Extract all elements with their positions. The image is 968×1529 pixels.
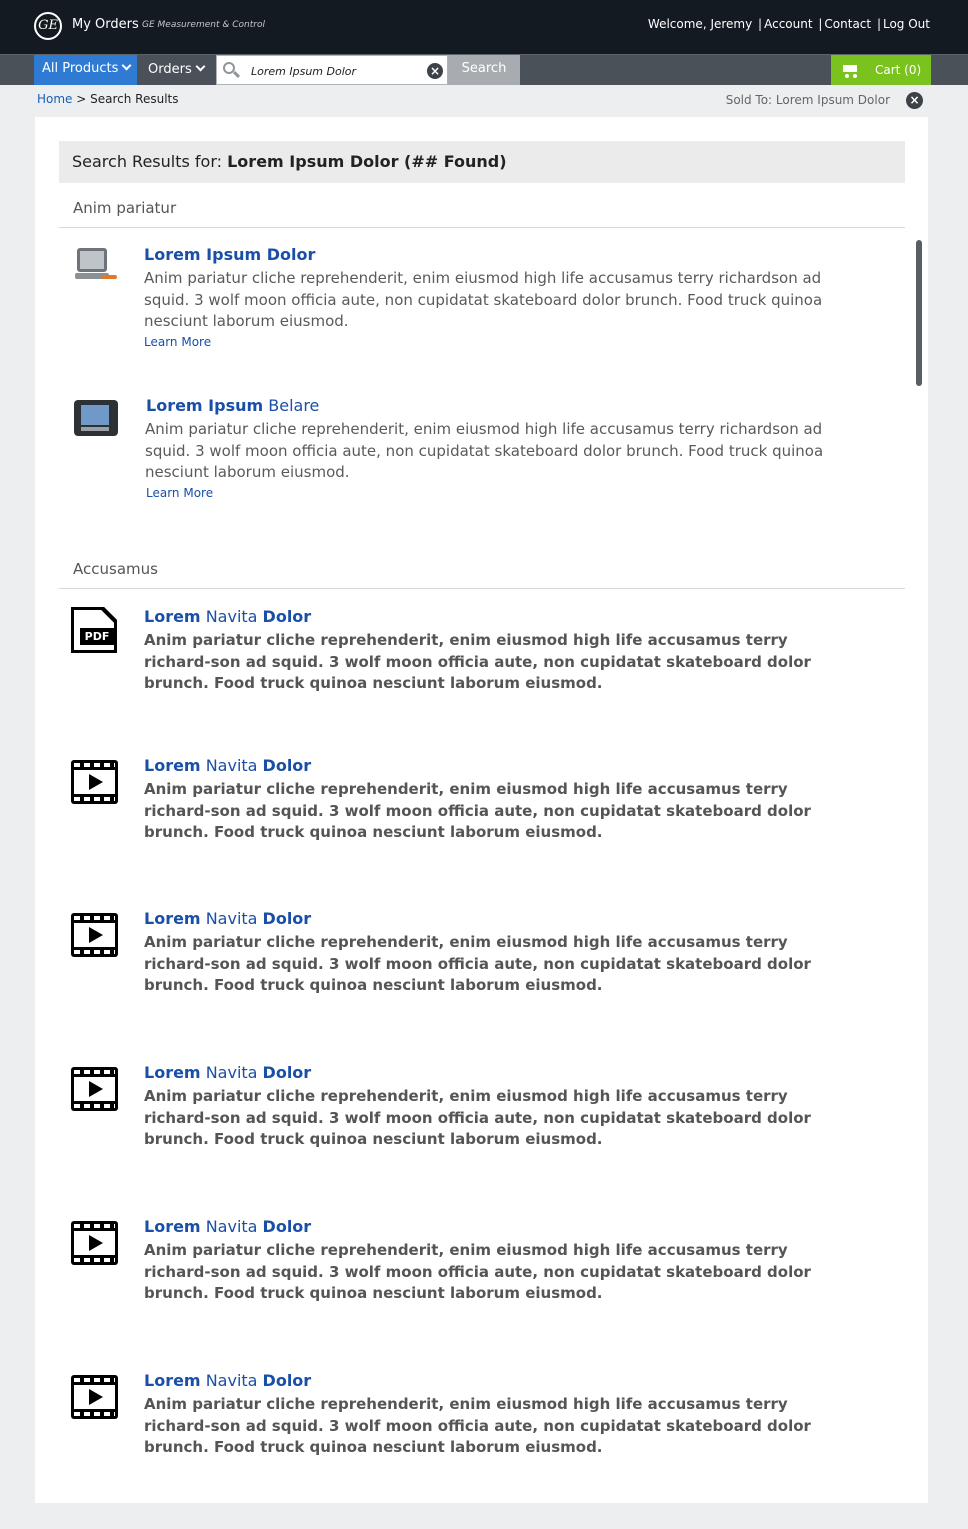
product-image-icon[interactable] [71,245,119,293]
item-description: Anim pariatur cliche reprehenderit, enim… [144,1241,811,1302]
item-description: Anim pariatur cliche reprehenderit, enim… [144,269,823,330]
orders-label: Orders [148,62,192,77]
search-icon [223,62,241,79]
item-description: Anim pariatur cliche reprehenderit, enim… [144,780,811,841]
item-title-part: Dolor [262,607,312,626]
welcome-text: Welcome, Jeremy [647,17,753,31]
item-title-link[interactable]: Lorem Navita Dolor [144,607,311,626]
item-title-part: Navita [200,607,263,626]
contact-link[interactable]: Contact [824,17,871,31]
separator: | [758,17,763,31]
logout-link[interactable]: Log Out [883,17,930,31]
app-title[interactable]: My Orders [72,17,139,32]
results-query: Lorem Ipsum Dolor (## Found) [227,152,507,171]
section-title: Anim pariatur [73,199,177,217]
account-link[interactable]: Account [764,17,812,31]
sold-to-label: Sold To: Lorem Ipsum Dolor [725,93,890,107]
pdf-icon-label: PDF [80,628,114,645]
item-title-part: Lorem [144,1371,201,1390]
app-subtitle: GE Measurement & Control [142,20,265,30]
section-title: Accusamus [73,560,158,578]
pdf-icon[interactable]: PDF [71,607,119,655]
item-title-link[interactable]: Lorem Navita Dolor [144,1371,311,1390]
learn-more-link[interactable]: Learn More [144,335,211,349]
video-icon[interactable] [71,1371,119,1419]
item-title-part: Dolor [262,909,312,928]
item-title-part: Dolor [262,1063,312,1082]
nav-bar: All Products Orders × Search Cart (0) [0,54,968,85]
all-products-dropdown[interactable]: All Products [34,55,137,85]
breadcrumb: Home > Search Results [37,92,179,106]
item-title-bold: Lorem Ipsum [146,396,264,415]
item-title-link[interactable]: Lorem Navita Dolor [144,909,311,928]
cart-label: Cart (0) [875,63,922,77]
scrollbar[interactable] [916,240,922,386]
section-divider [59,227,905,228]
item-title-part: Lorem [144,1063,201,1082]
section-divider [59,588,905,589]
item-title-part: Lorem [144,1217,201,1236]
user-links: Welcome, Jeremy | Account | Contact | Log O… [648,17,930,31]
search-input[interactable] [251,62,419,80]
item-title-link[interactable]: Lorem Navita Dolor [144,1063,311,1082]
video-icon[interactable] [71,1063,119,1111]
cart-icon [841,63,859,78]
item-title-part: Navita [200,1063,263,1082]
close-icon[interactable]: × [906,92,923,109]
search-button[interactable]: Search [448,55,520,85]
item-title-part: Dolor [262,756,312,775]
orders-dropdown[interactable]: Orders [142,55,206,85]
results-prefix: Search Results for: [72,152,228,171]
item-title-link[interactable]: Lorem Ipsum Dolor [144,245,315,264]
item-title-part: Navita [200,909,263,928]
all-products-label: All Products [42,61,119,76]
item-title-link[interactable]: Lorem Ipsum Belare [146,396,319,415]
video-icon[interactable] [71,756,119,804]
breadcrumb-separator: > [72,92,91,106]
item-title-part: Navita [200,1217,263,1236]
breadcrumb-home[interactable]: Home [37,92,72,106]
item-description: Anim pariatur cliche reprehenderit, enim… [144,1087,811,1148]
video-icon[interactable] [71,1217,119,1265]
item-description: Anim pariatur cliche reprehenderit, enim… [144,631,811,692]
item-title-part: Lorem [144,607,201,626]
separator: | [876,17,881,31]
cart-button[interactable]: Cart (0) [831,55,931,85]
learn-more-link[interactable]: Learn More [146,486,213,500]
chevron-down-icon [121,60,132,71]
item-title-part: Dolor [262,1371,312,1390]
results-card: Search Results for: Lorem Ipsum Dolor (#… [35,117,928,1503]
item-title-link[interactable]: Lorem Navita Dolor [144,756,311,775]
item-description: Anim pariatur cliche reprehenderit, enim… [144,1395,811,1456]
product-image-icon[interactable] [71,396,119,444]
item-title-bold: Lorem Ipsum Dolor [144,245,316,264]
chevron-down-icon [195,61,206,72]
breadcrumb-current: Search Results [90,92,179,106]
item-description: Anim pariatur cliche reprehenderit, enim… [145,420,824,481]
search-box: × [216,55,448,85]
ge-logo-icon[interactable]: GE [34,12,62,40]
item-title-part: Lorem [144,909,201,928]
item-description: Anim pariatur cliche reprehenderit, enim… [144,933,811,994]
video-icon[interactable] [71,909,119,957]
results-heading: Search Results for: Lorem Ipsum Dolor (#… [59,141,905,183]
item-title-part: Navita [200,756,263,775]
item-title-link[interactable]: Lorem Navita Dolor [144,1217,311,1236]
item-title-part: Dolor [262,1217,312,1236]
item-title-part: Lorem [144,756,201,775]
item-title-rest: Belare [263,396,320,415]
clear-search-icon[interactable]: × [427,63,443,79]
top-header: GE My Orders GE Measurement & Control We… [0,0,968,54]
item-title-part: Navita [200,1371,263,1390]
